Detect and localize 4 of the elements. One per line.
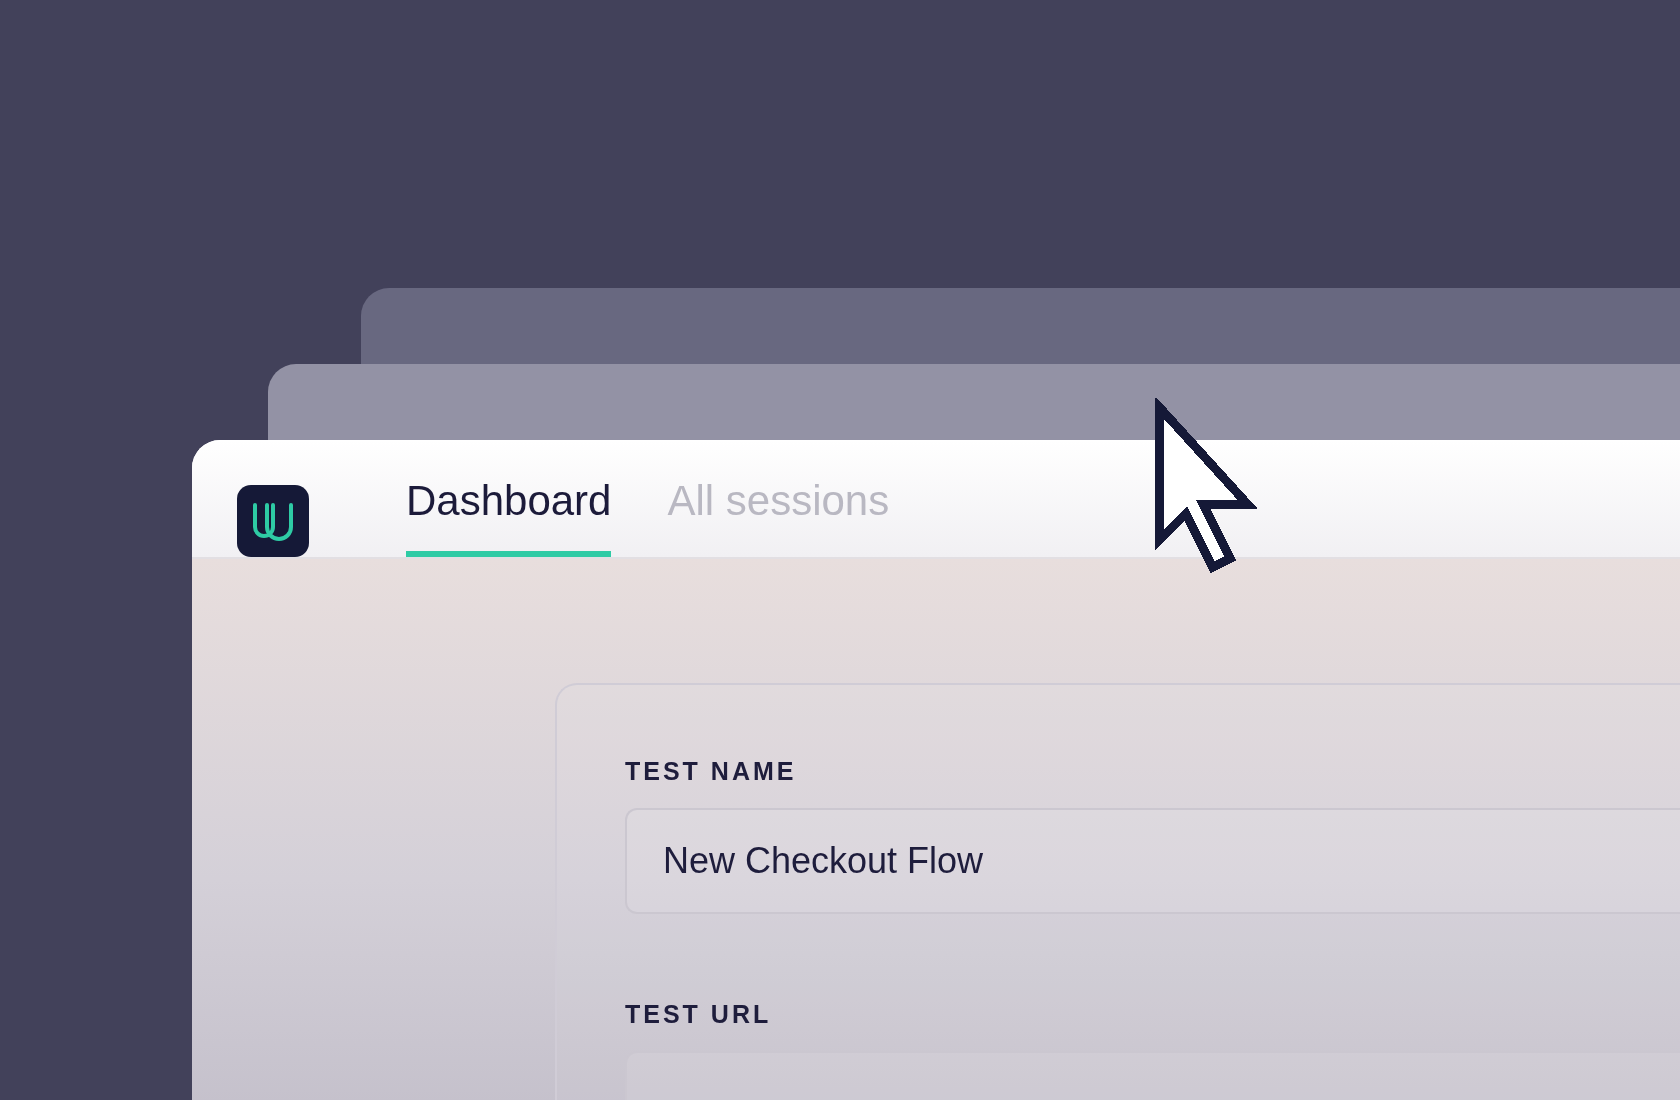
logo-icon xyxy=(237,485,309,557)
field-label: TEST URL xyxy=(625,1000,773,1029)
field-label: TEST NAME xyxy=(625,757,798,786)
input-field[interactable]: New Checkout Flow xyxy=(625,808,1680,914)
